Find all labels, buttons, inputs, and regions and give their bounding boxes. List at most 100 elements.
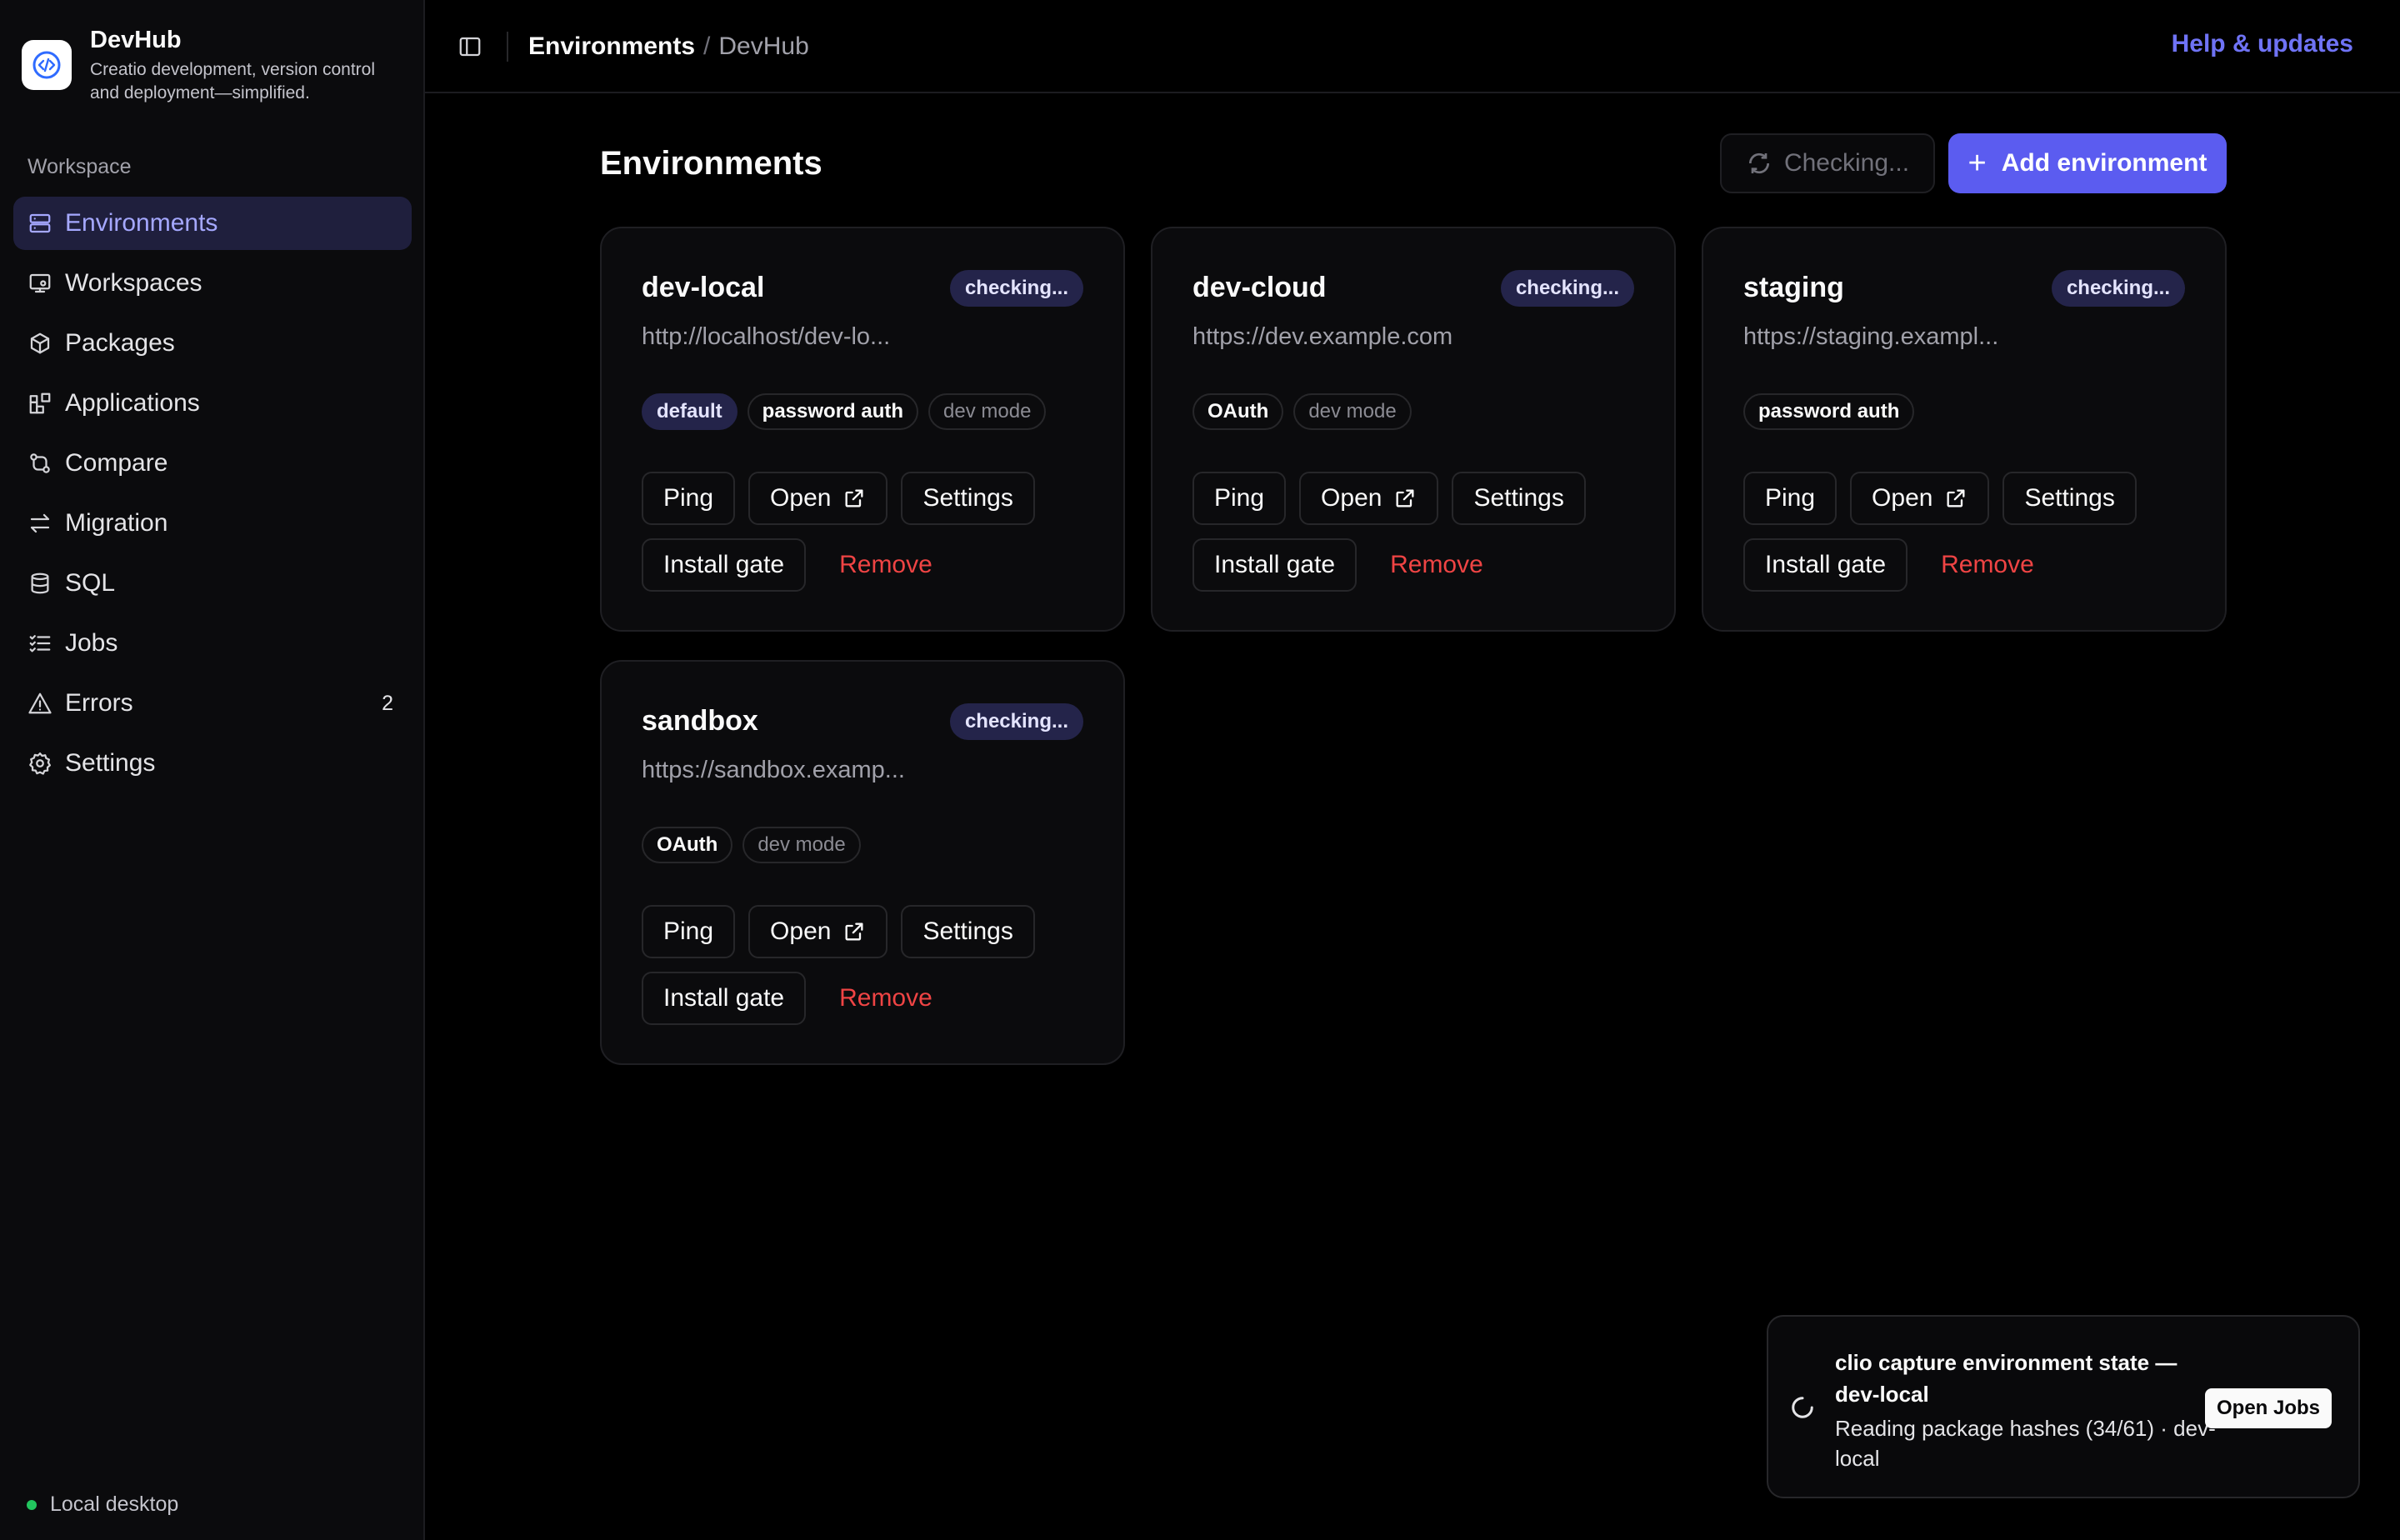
tag-dev-mode: dev mode xyxy=(928,393,1047,430)
settings-button-label: Settings xyxy=(2024,484,2115,512)
breadcrumb-separator: / xyxy=(703,32,711,60)
ping-button[interactable]: Ping xyxy=(642,472,736,525)
open-button-label: Open xyxy=(770,918,832,945)
install-gate-button[interactable]: Install gate xyxy=(1192,538,1358,592)
workspace-section-label: Workspace xyxy=(28,155,132,178)
remove-button[interactable]: Remove xyxy=(839,984,932,1012)
app-name: DevHub xyxy=(90,27,182,53)
job-progress-toast: clio capture environment state — dev-loc… xyxy=(1767,1315,2360,1498)
sidebar-item-label: Migration xyxy=(65,509,168,537)
ping-button[interactable]: Ping xyxy=(642,905,736,958)
environment-url: http://localhost/dev-lo... xyxy=(642,323,891,350)
sidebar-item-jobs[interactable]: Jobs xyxy=(13,617,412,670)
checking-button-label: Checking... xyxy=(1783,149,1910,177)
sidebar-item-label: Applications xyxy=(65,389,200,417)
page-title: Environments xyxy=(600,145,822,182)
app-description: Creatio development, version control and… xyxy=(90,60,376,102)
sidebar-item-label: Workspaces xyxy=(65,269,202,297)
tag-list: OAuth dev mode xyxy=(642,827,871,863)
environment-url: https://sandbox.examp... xyxy=(642,757,905,783)
sidebar-item-label: Jobs xyxy=(65,629,118,657)
settings-button[interactable]: Settings xyxy=(901,905,1035,958)
open-button[interactable]: Open xyxy=(748,905,888,958)
open-button[interactable]: Open xyxy=(1850,472,1990,525)
ping-button-label: Ping xyxy=(663,918,714,945)
workspace-icon xyxy=(27,270,53,297)
environment-name: dev-cloud xyxy=(1192,272,1327,303)
environment-url: https://dev.example.com xyxy=(1192,323,1453,350)
open-button[interactable]: Open xyxy=(748,472,888,525)
install-gate-button[interactable]: Install gate xyxy=(1743,538,1908,592)
toast-subtitle: Reading package hashes (34/61) · dev-loc… xyxy=(1835,1416,2216,1471)
tag-password-auth: password auth xyxy=(747,393,919,430)
divider xyxy=(507,32,508,62)
refresh-icon xyxy=(1748,152,1769,174)
connection-status-label: Local desktop xyxy=(50,1492,179,1516)
tag-default: default xyxy=(642,393,738,430)
sidebar-toggle-button[interactable] xyxy=(455,32,485,62)
status-badge: checking... xyxy=(949,270,1083,307)
environment-name: dev-local xyxy=(642,272,765,303)
environment-card-dev-local: dev-local checking... http://localhost/d… xyxy=(600,227,1125,632)
migration-icon xyxy=(27,510,53,537)
install-gate-label: Install gate xyxy=(663,551,785,578)
sidebar-item-applications[interactable]: Applications xyxy=(13,377,412,430)
tag-list: password auth xyxy=(1743,393,1924,430)
environment-name: staging xyxy=(1743,272,1844,303)
breadcrumb-root[interactable]: DevHub xyxy=(718,32,808,61)
settings-button[interactable]: Settings xyxy=(1452,472,1586,525)
open-jobs-button[interactable]: Open Jobs xyxy=(2205,1388,2332,1428)
gear-icon xyxy=(27,750,53,777)
warning-icon xyxy=(27,690,53,717)
sidebar-toggle-icon xyxy=(459,37,481,57)
sidebar-item-errors[interactable]: Errors 2 xyxy=(13,677,412,730)
ping-button-label: Ping xyxy=(1765,484,1816,512)
database-icon xyxy=(27,570,53,597)
sidebar-item-label: SQL xyxy=(65,569,116,597)
install-gate-button[interactable]: Install gate xyxy=(642,972,807,1025)
breadcrumb: Environments / DevHub xyxy=(528,32,809,62)
sidebar-item-migration[interactable]: Migration xyxy=(13,497,412,550)
ping-button-label: Ping xyxy=(663,484,714,512)
compare-icon xyxy=(27,450,53,477)
checking-button[interactable]: Checking... xyxy=(1720,133,1935,193)
sidebar-item-environments[interactable]: Environments xyxy=(13,197,412,250)
brand: DevHub Creatio development, version cont… xyxy=(22,25,407,105)
settings-button[interactable]: Settings xyxy=(901,472,1035,525)
sidebar-item-settings[interactable]: Settings xyxy=(13,737,412,790)
add-environment-button[interactable]: + Add environment xyxy=(1948,133,2227,193)
install-gate-button[interactable]: Install gate xyxy=(642,538,807,592)
sidebar-item-compare[interactable]: Compare xyxy=(13,437,412,490)
external-link-icon xyxy=(845,489,863,508)
server-icon xyxy=(27,210,53,237)
package-icon xyxy=(27,330,53,357)
ping-button[interactable]: Ping xyxy=(1743,472,1838,525)
settings-button[interactable]: Settings xyxy=(2002,472,2137,525)
spinner-icon xyxy=(1790,1395,1815,1420)
sidebar-item-label: Compare xyxy=(65,449,168,477)
status-badge: checking... xyxy=(949,703,1083,740)
add-environment-label: Add environment xyxy=(2001,149,2208,177)
sidebar-item-workspaces[interactable]: Workspaces xyxy=(13,257,412,310)
sidebar-item-label: Environments xyxy=(65,209,218,237)
open-button[interactable]: Open xyxy=(1299,472,1439,525)
open-button-label: Open xyxy=(770,484,832,512)
sidebar-item-label: Settings xyxy=(65,749,156,777)
install-gate-label: Install gate xyxy=(1765,551,1887,578)
help-updates-link[interactable]: Help & updates xyxy=(2172,30,2353,58)
jobs-icon xyxy=(27,630,53,657)
sidebar-item-packages[interactable]: Packages xyxy=(13,317,412,370)
code-logo-icon xyxy=(32,51,61,79)
remove-button[interactable]: Remove xyxy=(1941,551,2034,579)
ping-button[interactable]: Ping xyxy=(1192,472,1287,525)
ping-button-label: Ping xyxy=(1214,484,1265,512)
tag-list: default password auth dev mode xyxy=(642,393,1056,430)
tag-oauth: OAuth xyxy=(642,827,733,863)
tag-oauth: OAuth xyxy=(1192,393,1284,430)
connection-status: Local desktop xyxy=(27,1492,178,1517)
environment-card-dev-cloud: dev-cloud checking... https://dev.exampl… xyxy=(1151,227,1676,632)
external-link-icon xyxy=(1396,489,1414,508)
remove-button[interactable]: Remove xyxy=(1390,551,1483,579)
sidebar-item-sql[interactable]: SQL xyxy=(13,557,412,610)
remove-button[interactable]: Remove xyxy=(839,551,932,579)
